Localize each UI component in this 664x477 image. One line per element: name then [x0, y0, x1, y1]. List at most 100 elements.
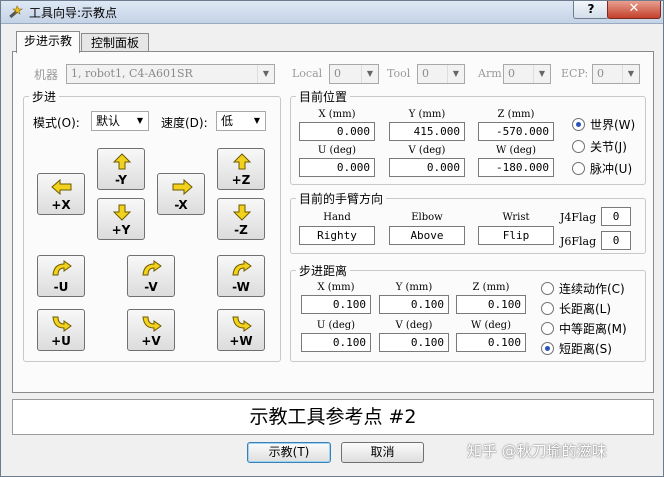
jog-plus-x-button[interactable]: +X	[37, 173, 85, 215]
mode-select[interactable]: 默认 ▼	[91, 111, 149, 131]
mode-label: 模式(O):	[33, 116, 80, 130]
coord-joint-radio[interactable]	[572, 140, 585, 153]
distance-short-radio[interactable]	[541, 342, 554, 355]
jog-distance-title: 步进距离	[296, 262, 351, 279]
hand-field: Righty	[299, 226, 375, 245]
wand-icon	[9, 5, 23, 19]
jog-distance-w-input[interactable]: 0.100	[456, 333, 526, 352]
col-header: Y (mm)	[395, 282, 433, 293]
jog-distance-v-input[interactable]: 0.100	[379, 333, 449, 352]
position-z-field: -570.000	[478, 122, 554, 141]
distance-medium-radio[interactable]	[541, 322, 554, 335]
speed-label: 速度(D):	[161, 116, 208, 130]
col-header: Y (mm)	[408, 109, 446, 120]
col-header: Z (mm)	[497, 109, 535, 120]
tool-select[interactable]: 0 ▼	[417, 64, 465, 84]
arm-label: Arm	[478, 67, 502, 80]
arm-select[interactable]: 0 ▼	[503, 64, 551, 84]
col-header: Z (mm)	[472, 282, 510, 293]
jog-distance-x-input[interactable]: 0.100	[301, 295, 371, 314]
ecp-select[interactable]: 0 ▼	[592, 64, 640, 84]
tab-panel: 机器 1, robot1, C4-A601SR ▼ Local 0 ▼ Tool 0…	[12, 51, 654, 393]
jog-plus-v-button[interactable]: +V	[127, 309, 175, 351]
j4flag-label: J4Flag	[560, 211, 597, 224]
j6flag-label: J6Flag	[560, 235, 597, 248]
ecp-label: ECP:	[561, 67, 589, 80]
current-position-title: 目前位置	[296, 88, 351, 105]
help-button[interactable]: ?	[573, 1, 609, 19]
rotate-ccw-icon	[142, 260, 162, 276]
jog-minus-z-button[interactable]: -Z	[217, 198, 265, 240]
chevron-down-icon: ▼	[257, 65, 274, 83]
close-button[interactable]: ✕	[607, 1, 661, 19]
chevron-down-icon: ▼	[361, 65, 378, 83]
jog-distance-y-input[interactable]: 0.100	[379, 295, 449, 314]
jog-minus-x-button[interactable]: -X	[157, 173, 205, 215]
speed-select[interactable]: 低 ▼	[216, 111, 266, 131]
col-header: V (deg)	[408, 145, 446, 156]
col-header: Hand	[323, 212, 351, 223]
arrow-down-icon	[112, 204, 132, 221]
chevron-down-icon: ▼	[622, 65, 639, 83]
coord-pulse-label: 脉冲(U)	[590, 162, 633, 176]
rotate-cw-icon	[52, 316, 72, 332]
jog-plus-z-button[interactable]: +Z	[217, 148, 265, 190]
coord-world-label: 世界(W)	[590, 118, 636, 132]
rotate-ccw-icon	[52, 260, 72, 276]
chevron-down-icon: ▼	[533, 65, 550, 83]
col-header: V (deg)	[395, 320, 433, 331]
cancel-button[interactable]: 取消	[341, 442, 424, 463]
arrow-up-icon	[232, 153, 252, 170]
col-header: X (mm)	[317, 282, 355, 293]
jog-minus-y-button[interactable]: -Y	[97, 148, 145, 190]
col-header: Wrist	[502, 212, 530, 223]
coord-world-radio[interactable]	[572, 118, 585, 131]
coord-pulse-radio[interactable]	[572, 162, 585, 175]
jog-distance-z-input[interactable]: 0.100	[456, 295, 526, 314]
teach-button[interactable]: 示教(T)	[247, 442, 331, 463]
jog-minus-v-button[interactable]: -V	[127, 255, 175, 297]
j6flag-field: 0	[601, 231, 631, 250]
col-header: U (deg)	[316, 320, 356, 331]
jog-distance-u-input[interactable]: 0.100	[301, 333, 371, 352]
position-w-field: -180.000	[478, 158, 554, 177]
coord-joint-label: 关节(J)	[590, 140, 627, 154]
title-bar[interactable]: 工具向导:示教点 ? ✕	[1, 1, 663, 24]
instruction-message: 示教工具参考点 #2	[12, 399, 654, 435]
col-header: Elbow	[411, 212, 443, 223]
position-u-field: 0.000	[299, 158, 375, 177]
tab-control-panel[interactable]: 控制面板	[81, 33, 149, 53]
distance-long-radio[interactable]	[541, 302, 554, 315]
distance-continuous-label: 连续动作(C)	[559, 282, 625, 296]
arrow-left-icon	[51, 178, 72, 196]
local-select[interactable]: 0 ▼	[329, 64, 379, 84]
jog-plus-u-button[interactable]: +U	[37, 309, 85, 351]
chevron-down-icon: ▼	[253, 116, 261, 125]
robot-select[interactable]: 1, robot1, C4-A601SR ▼	[66, 64, 275, 84]
position-x-field: 0.000	[299, 122, 375, 141]
col-header: W (deg)	[471, 320, 511, 331]
position-v-field: 0.000	[389, 158, 465, 177]
dialog-window: 工具向导:示教点 ? ✕ 步进示教 控制面板 机器 1, robot1, C4-…	[0, 0, 664, 477]
col-header: W (deg)	[496, 145, 536, 156]
window-title: 工具向导:示教点	[29, 6, 118, 20]
elbow-field: Above	[389, 226, 465, 245]
wrist-field: Flip	[478, 226, 554, 245]
arrow-down-icon	[232, 204, 252, 221]
jog-plus-w-button[interactable]: +W	[217, 309, 265, 351]
distance-short-label: 短距离(S)	[559, 342, 612, 356]
distance-long-label: 长距离(L)	[559, 302, 612, 316]
tool-label: Tool	[387, 67, 411, 80]
jog-minus-u-button[interactable]: -U	[37, 255, 85, 297]
jog-minus-w-button[interactable]: -W	[217, 255, 265, 297]
distance-continuous-radio[interactable]	[541, 282, 554, 295]
col-header: X (mm)	[318, 109, 356, 120]
arrow-right-icon	[172, 178, 193, 196]
rotate-ccw-icon	[232, 260, 252, 276]
arrow-up-icon	[112, 153, 132, 170]
jog-plus-y-button[interactable]: +Y	[97, 198, 145, 240]
arm-orientation-title: 目前的手臂方向	[296, 190, 387, 207]
watermark: 知乎 @秋刀瑜的滋味	[467, 442, 607, 460]
position-y-field: 415.000	[389, 122, 465, 141]
tab-step-teach[interactable]: 步进示教	[16, 31, 80, 53]
